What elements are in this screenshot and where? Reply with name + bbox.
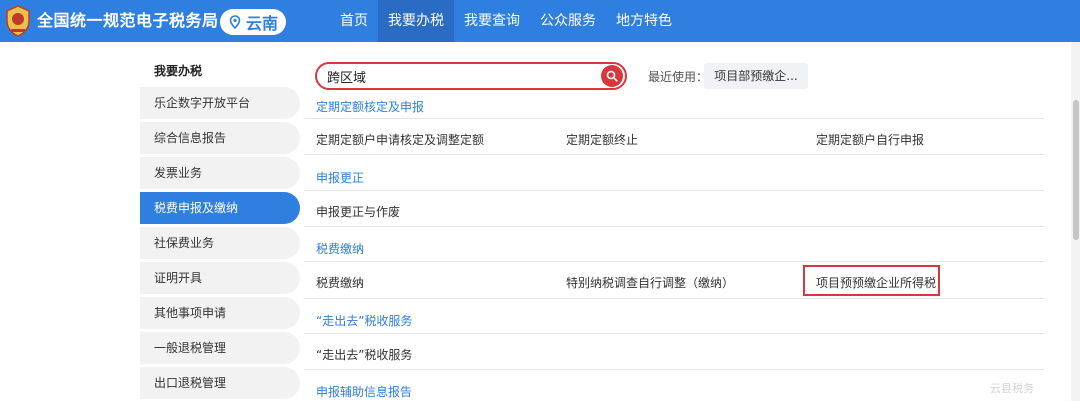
- region-label: 云南: [246, 14, 279, 33]
- search-box: [315, 62, 627, 90]
- divider: [304, 154, 1044, 155]
- sidebar-item-invoice[interactable]: 发票业务: [140, 157, 300, 189]
- service-correction-void[interactable]: 申报更正与作废: [316, 203, 400, 220]
- main-nav: 首页 我要办税 我要查询 公众服务 地方特色: [330, 0, 682, 42]
- search-input[interactable]: [327, 66, 597, 86]
- divider: [304, 369, 1044, 370]
- location-pin-icon: [229, 15, 241, 29]
- search-button[interactable]: [601, 65, 623, 87]
- nav-local-features[interactable]: 地方特色: [606, 0, 682, 42]
- divider: [304, 298, 1044, 299]
- region-selector[interactable]: 云南: [220, 9, 286, 35]
- service-fixed-quota-terminate[interactable]: 定期定额终止: [566, 131, 638, 148]
- sidebar-item-export-refund[interactable]: 出口退税管理: [140, 367, 300, 399]
- nav-query[interactable]: 我要查询: [454, 0, 530, 42]
- section-title-aux-report: 申报辅助信息报告: [316, 385, 413, 399]
- section-title-correction: 申报更正: [316, 171, 365, 185]
- recent-chip[interactable]: 项目部预缴企...: [704, 63, 808, 89]
- scrollbar-thumb[interactable]: [1073, 100, 1079, 240]
- nav-do-tax[interactable]: 我要办税: [378, 0, 454, 42]
- sidebar-item-leqi-platform[interactable]: 乐企数字开放平台: [140, 87, 300, 119]
- section-title-tax-payment: 税费缴纳: [316, 242, 365, 256]
- tax-emblem-icon: [6, 5, 30, 37]
- watermark: 云县税务: [990, 382, 1034, 395]
- sidebar-item-certificate[interactable]: 证明开具: [140, 262, 300, 294]
- divider: [304, 333, 1044, 334]
- divider: [304, 118, 1044, 119]
- sidebar-item-info-report[interactable]: 综合信息报告: [140, 122, 300, 154]
- nav-public-service[interactable]: 公众服务: [530, 0, 606, 42]
- highlight-box: [803, 265, 940, 296]
- service-going-global[interactable]: “走出去”税收服务: [316, 346, 412, 363]
- service-fixed-quota-self-report[interactable]: 定期定额户自行申报: [816, 131, 924, 148]
- sidebar-item-tax-filing[interactable]: 税费申报及缴纳: [140, 192, 300, 224]
- sidebar-item-social-insurance[interactable]: 社保费业务: [140, 227, 300, 259]
- search-icon: [606, 70, 618, 82]
- recent-label: 最近使用：: [648, 70, 709, 84]
- service-tax-payment[interactable]: 税费缴纳: [316, 274, 364, 291]
- divider: [304, 190, 1044, 191]
- sidebar-item-other-requests[interactable]: 其他事项申请: [140, 297, 300, 329]
- sidebar: 我要办税 乐企数字开放平台 综合信息报告 发票业务 税费申报及缴纳 社保费业务 …: [140, 55, 300, 401]
- section-title-going-global: “走出去”税收服务: [316, 314, 413, 328]
- divider: [304, 226, 1044, 227]
- divider: [304, 261, 1044, 262]
- service-list: 定期定额核定及申报 定期定额户申请核定及调整定额 定期定额终止 定期定额户自行申…: [304, 96, 1044, 401]
- nav-home[interactable]: 首页: [330, 0, 378, 42]
- site-title[interactable]: 全国统一规范电子税务局: [37, 0, 219, 42]
- section-title-fixed-quota: 定期定额核定及申报: [316, 100, 425, 114]
- top-header: 全国统一规范电子税务局 云南 首页 我要办税 我要查询 公众服务 地方特色: [0, 0, 1080, 42]
- sidebar-title: 我要办税: [154, 64, 203, 78]
- sidebar-item-refund[interactable]: 一般退税管理: [140, 332, 300, 364]
- service-fixed-quota-apply[interactable]: 定期定额户申请核定及调整定额: [316, 131, 484, 148]
- service-special-adjustment[interactable]: 特别纳税调查自行调整（缴纳）: [566, 274, 734, 291]
